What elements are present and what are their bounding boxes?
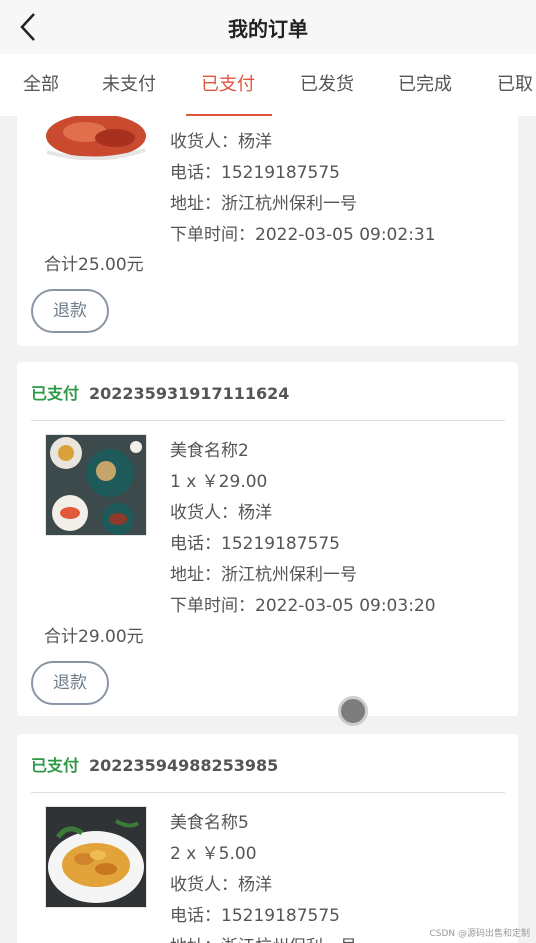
phone-text: 电话：15219187575 [170,534,340,554]
receiver-text: 收货人：杨洋 [170,132,272,152]
food-image [45,116,147,160]
order-time-text: 下单时间：2022-03-05 09:02:31 [170,225,436,245]
food-name: 美食名称2 [170,441,249,461]
floating-assistive-button[interactable] [338,696,368,726]
address-text: 地址：浙江杭州保利一号 [170,194,357,214]
header: 我的订单 [0,0,536,54]
order-number: 20223594988253985 [89,756,279,775]
food-image [45,806,147,908]
tab-shipped[interactable]: 已发货 [300,54,354,116]
order-card: 已支付 20223594988253985 美食名称5 2 x ￥5.00 收货人… [17,734,518,943]
receiver-text: 收货人：杨洋 [170,503,272,523]
address-text: 地址：浙江杭州保利一号 [170,565,357,585]
tab-all[interactable]: 全部 [23,54,59,116]
refund-button[interactable]: 退款 [31,289,109,333]
order-total: 合计29.00元 [44,627,144,647]
food-image [45,434,147,536]
phone-text: 电话：15219187575 [170,906,340,926]
order-list[interactable]: 收货人：杨洋 电话：15219187575 地址：浙江杭州保利一号 下单时间：2… [0,116,536,943]
order-status: 已支付 [31,756,80,775]
order-status: 已支付 [31,384,80,403]
tab-cancelled[interactable]: 已取 [497,54,533,116]
order-header: 已支付 202235931917111624 [31,380,289,404]
tab-unpaid[interactable]: 未支付 [102,54,156,116]
food-name: 美食名称5 [170,813,249,833]
quantity-price: 1 x ￥29.00 [170,472,268,492]
order-tabs: 全部 未支付 已支付 已发货 已完成 已取 [0,54,536,116]
order-total: 合计25.00元 [44,255,144,275]
receiver-text: 收货人：杨洋 [170,875,272,895]
quantity-price: 2 x ￥5.00 [170,844,257,864]
tab-completed[interactable]: 已完成 [398,54,452,116]
watermark: CSDN @源码出售和定制 [429,929,530,939]
phone-text: 电话：15219187575 [170,163,340,183]
order-time-text: 下单时间：2022-03-05 09:03:20 [170,596,436,616]
order-card: 已支付 202235931917111624 美食名称2 1 x ￥29.00 收… [17,362,518,716]
back-icon[interactable] [14,10,44,44]
address-text: 地址：浙江杭州保利一号 [170,932,357,943]
divider [31,420,505,421]
divider [31,792,505,793]
tab-paid[interactable]: 已支付 [201,54,255,116]
order-header: 已支付 20223594988253985 [31,752,278,776]
refund-button[interactable]: 退款 [31,661,109,705]
page-title: 我的订单 [228,16,308,41]
order-card: 收货人：杨洋 电话：15219187575 地址：浙江杭州保利一号 下单时间：2… [17,116,518,346]
order-number: 202235931917111624 [89,384,290,403]
